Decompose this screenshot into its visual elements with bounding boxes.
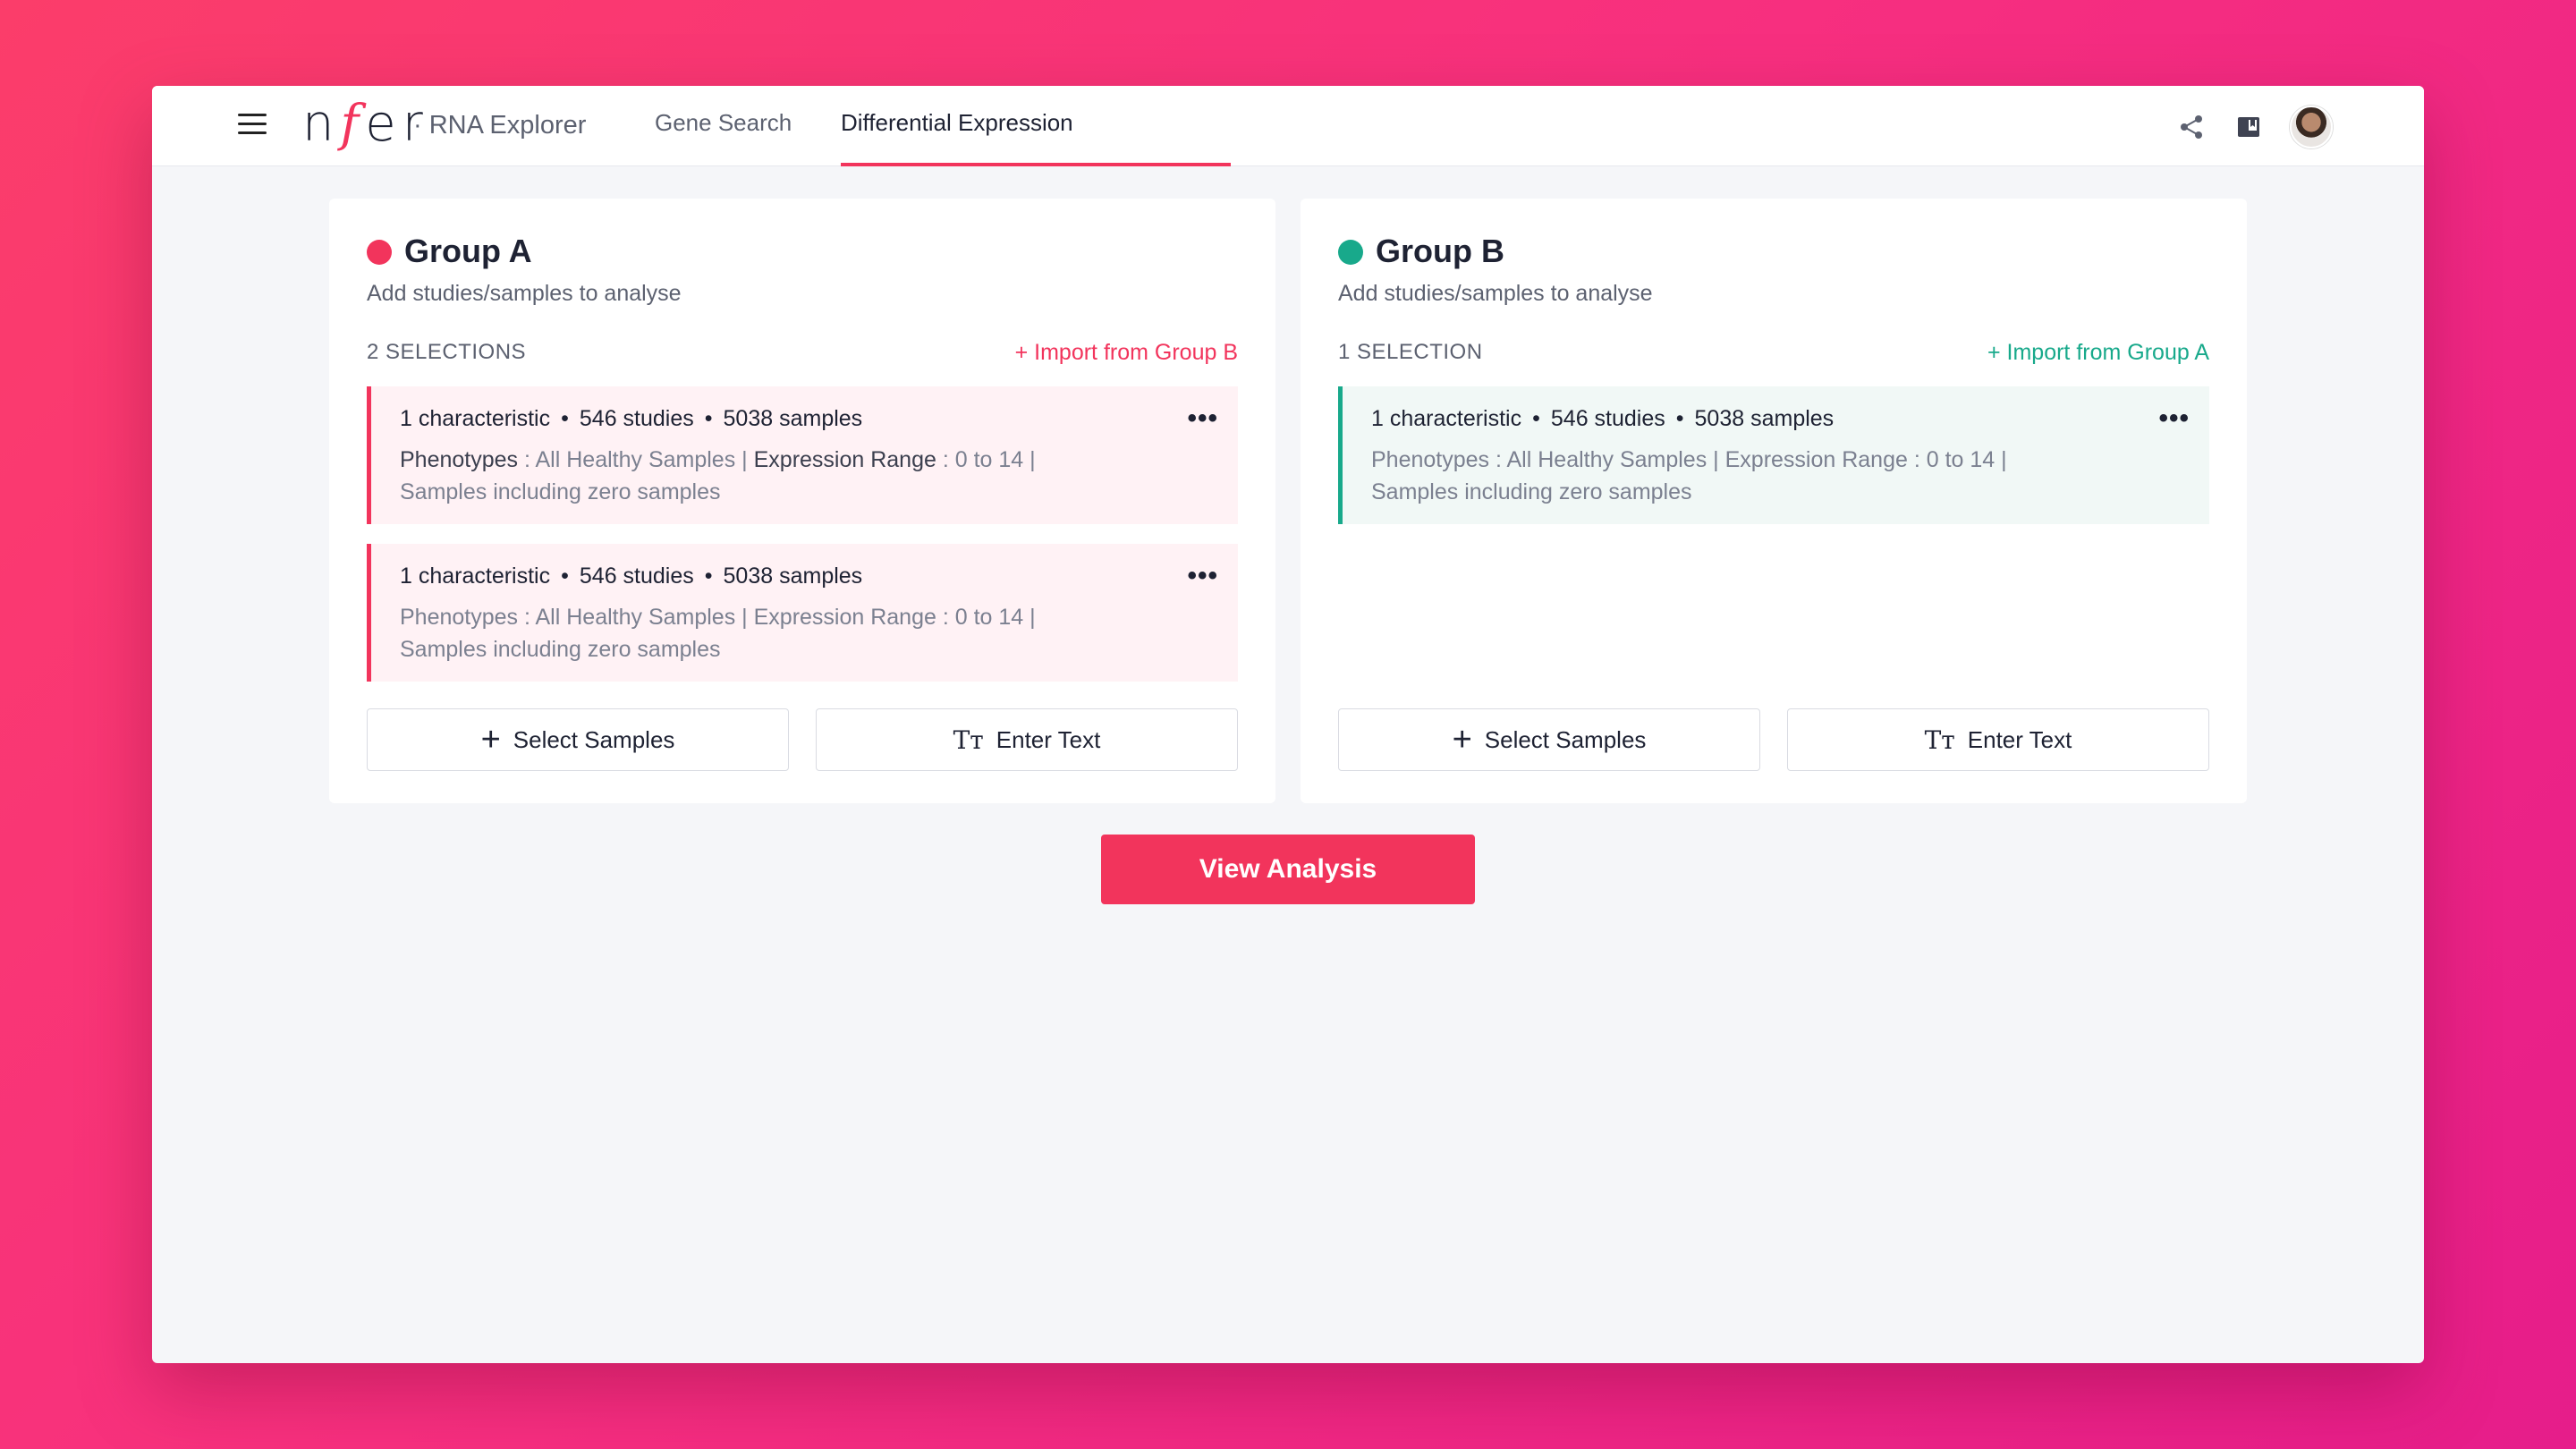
nfer-logo[interactable]: nfer	[302, 95, 429, 153]
zero-samples-note: Samples including zero samples	[400, 479, 721, 504]
group-a-subtitle: Add studies/samples to analyse	[367, 281, 682, 306]
group-a-selection-count: 2 SELECTIONS	[367, 340, 527, 364]
expression-range-value: : 0 to 14 |	[936, 447, 1036, 472]
study-count: 546 studies	[579, 406, 694, 431]
group-a-title: Group A	[404, 233, 532, 269]
expression-range-label: Expression Range	[753, 447, 936, 472]
characteristic-count: 1 characteristic	[1371, 406, 1522, 431]
expression-range-label: Expression Range	[753, 605, 936, 630]
enter-text-label: Enter Text	[996, 725, 1101, 753]
more-options-icon[interactable]: •••	[2158, 405, 2190, 432]
book-icon[interactable]	[2234, 113, 2263, 141]
hamburger-menu-icon[interactable]	[238, 114, 268, 137]
group-b-color-dot	[1338, 240, 1363, 265]
selection-item[interactable]: 1 characteristic • 546 studies • 5038 sample…	[1338, 386, 2209, 524]
selection-details: Phenotypes : All Healthy Samples | Expre…	[400, 601, 1133, 665]
zero-samples-note: Samples including zero samples	[400, 637, 721, 662]
characteristic-count: 1 characteristic	[400, 564, 551, 589]
sample-count: 5038 samples	[1694, 406, 1835, 431]
plus-icon: +	[1452, 721, 1472, 758]
enter-text-button[interactable]: Tт Enter Text	[816, 708, 1238, 771]
expression-range-value: : 0 to 14 |	[1907, 447, 2007, 472]
selection-details: Phenotypes : All Healthy Samples | Expre…	[1371, 444, 2105, 508]
zero-samples-note: Samples including zero samples	[1371, 479, 1692, 504]
phenotypes-value: : All Healthy Samples |	[1489, 447, 1725, 472]
group-b-selection-count: 1 SELECTION	[1338, 340, 1483, 364]
import-from-group-a-link[interactable]: + Import from Group A	[1987, 340, 2209, 366]
phenotypes-label: Phenotypes	[400, 447, 519, 472]
expression-range-value: : 0 to 14 |	[936, 605, 1036, 630]
select-samples-button[interactable]: + Select Samples	[1338, 708, 1760, 771]
share-icon[interactable]	[2177, 113, 2206, 141]
app-window: nfer · RNA Explorer Gene Search Differen…	[152, 86, 2424, 1363]
sample-count: 5038 samples	[723, 406, 863, 431]
enter-text-button[interactable]: Tт Enter Text	[1787, 708, 2209, 771]
phenotypes-value: : All Healthy Samples |	[518, 447, 754, 472]
selection-summary: 1 characteristic • 546 studies • 5038 sample…	[400, 564, 863, 589]
phenotypes-value: : All Healthy Samples |	[518, 605, 754, 630]
text-format-icon: Tт	[1924, 724, 1955, 755]
active-tab-indicator	[841, 163, 1231, 166]
group-a-color-dot	[367, 240, 392, 265]
study-count: 546 studies	[1550, 406, 1665, 431]
group-a-card: Group A Add studies/samples to analyse 2…	[329, 199, 1275, 803]
app-subtitle: · RNA Explorer	[413, 111, 587, 140]
selection-summary: 1 characteristic • 546 studies • 5038 sample…	[400, 406, 863, 431]
phenotypes-label: Phenotypes	[400, 605, 519, 630]
group-b-card: Group B Add studies/samples to analyse 1…	[1301, 199, 2247, 803]
selection-item[interactable]: 1 characteristic • 546 studies • 5038 sample…	[367, 544, 1238, 682]
select-samples-label: Select Samples	[513, 725, 675, 753]
selection-summary: 1 characteristic • 546 studies • 5038 sample…	[1371, 406, 1835, 431]
select-samples-label: Select Samples	[1484, 725, 1647, 753]
tab-gene-search[interactable]: Gene Search	[655, 109, 792, 137]
study-count: 546 studies	[579, 564, 694, 589]
import-from-group-b-link[interactable]: + Import from Group B	[1015, 340, 1238, 366]
phenotypes-label: Phenotypes	[1371, 447, 1490, 472]
user-avatar[interactable]	[2290, 106, 2333, 148]
sample-count: 5038 samples	[723, 564, 863, 589]
more-options-icon[interactable]: •••	[1187, 405, 1218, 432]
plus-icon: +	[480, 721, 501, 758]
selection-details: Phenotypes : All Healthy Samples | Expre…	[400, 444, 1133, 508]
expression-range-label: Expression Range	[1724, 447, 1908, 472]
group-b-title: Group B	[1376, 233, 1504, 269]
group-b-subtitle: Add studies/samples to analyse	[1338, 281, 1653, 306]
select-samples-button[interactable]: + Select Samples	[367, 708, 789, 771]
enter-text-label: Enter Text	[1967, 725, 2072, 753]
top-navigation-bar: nfer · RNA Explorer Gene Search Differen…	[152, 86, 2424, 166]
text-format-icon: Tт	[953, 724, 984, 755]
more-options-icon[interactable]: •••	[1187, 563, 1218, 589]
characteristic-count: 1 characteristic	[400, 406, 551, 431]
view-analysis-button[interactable]: View Analysis	[1101, 835, 1475, 904]
tab-differential-expression[interactable]: Differential Expression	[841, 109, 1073, 137]
selection-item[interactable]: 1 characteristic • 546 studies • 5038 sample…	[367, 386, 1238, 524]
